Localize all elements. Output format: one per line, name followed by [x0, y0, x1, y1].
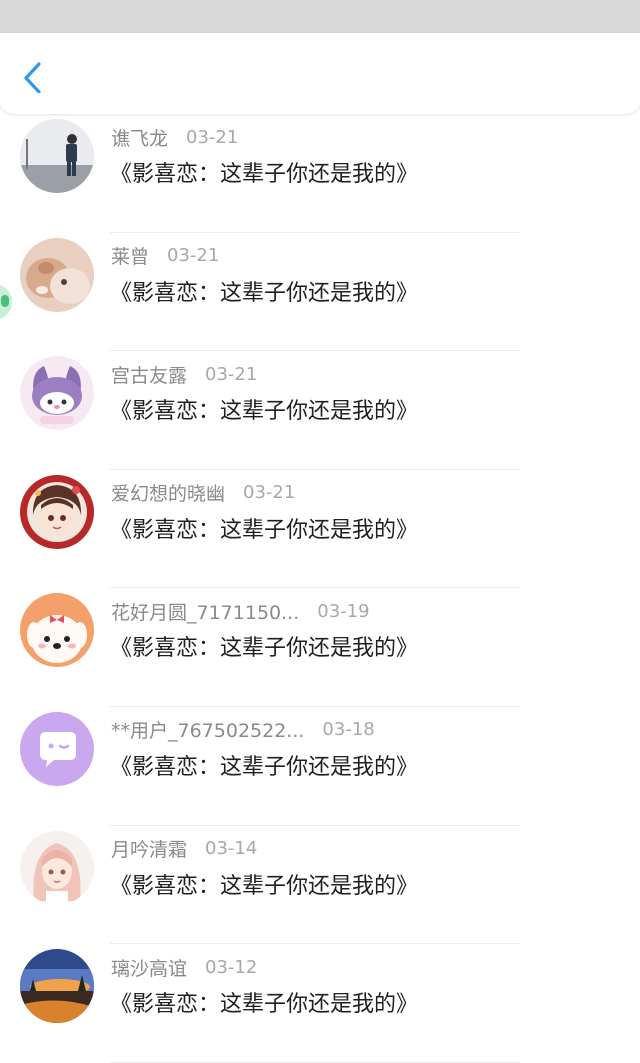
date: 03-19 [317, 600, 370, 622]
book-title[interactable]: 《影喜恋：这辈子你还是我的》 [110, 630, 418, 662]
date: 03-18 [322, 719, 375, 741]
book-title[interactable]: 《影喜恋：这辈子你还是我的》 [110, 512, 418, 544]
list-item[interactable]: **用户_767502522... 03-18 《影喜恋：这辈子你还是我的》 [0, 707, 640, 826]
username[interactable]: 爱幻想的晓幽 [111, 479, 225, 506]
item-meta: 谯飞龙 03-21 [111, 124, 238, 150]
avatar[interactable] [20, 949, 94, 1024]
status-bar [0, 0, 640, 33]
list-item[interactable]: 花好月圆_7171150... 03-19 《影喜恋：这辈子你还是我的》 [0, 588, 640, 707]
book-title[interactable]: 《影喜恋：这辈子你还是我的》 [110, 393, 418, 425]
comment-list: 谯飞龙 03-21 《影喜恋：这辈子你还是我的》 莱曾 03-21 《影喜恋：这… [0, 114, 640, 1063]
username[interactable]: 璃沙高谊 [111, 954, 187, 981]
date: 03-21 [243, 482, 296, 504]
kuromi-avatar-icon [20, 356, 94, 431]
list-item[interactable]: 谯飞龙 03-21 《影喜恋：这辈子你还是我的》 [0, 114, 640, 233]
username[interactable]: 宫古友露 [111, 361, 187, 388]
anime-girl-red-avatar-icon [20, 474, 94, 549]
list-item[interactable]: 月吟清霜 03-14 《影喜恋：这辈子你还是我的》 [0, 826, 640, 945]
book-title[interactable]: 《影喜恋：这辈子你还是我的》 [110, 275, 418, 307]
chat-icon [1, 295, 9, 307]
book-title[interactable]: 《影喜恋：这辈子你还是我的》 [110, 868, 418, 900]
book-title[interactable]: 《影喜恋：这辈子你还是我的》 [110, 156, 418, 188]
book-title[interactable]: 《影喜恋：这辈子你还是我的》 [110, 986, 418, 1018]
chevron-left-icon [24, 62, 41, 94]
photo-person-avatar-icon [20, 119, 94, 193]
avatar[interactable] [20, 830, 94, 905]
avatar[interactable] [20, 356, 94, 431]
date: 03-21 [205, 363, 258, 385]
date: 03-21 [167, 245, 220, 267]
username[interactable]: 谯飞龙 [111, 124, 168, 151]
book-title[interactable]: 《影喜恋：这辈子你还是我的》 [110, 749, 418, 781]
avatar[interactable] [20, 711, 94, 786]
list-item[interactable]: 莱曾 03-21 《影喜恋：这辈子你还是我的》 [0, 233, 640, 352]
username[interactable]: 莱曾 [111, 242, 149, 269]
item-meta: 宫古友露 03-21 [111, 361, 257, 387]
cartoon-dog-avatar-icon [20, 593, 94, 668]
sunset-landscape-avatar-icon [20, 949, 94, 1024]
item-meta: 璃沙高谊 03-12 [111, 954, 257, 980]
photo-puppy-avatar-icon [20, 237, 94, 312]
username[interactable]: 花好月圆_7171150... [111, 598, 299, 625]
back-button[interactable] [16, 59, 50, 94]
top-nav-bar [0, 33, 640, 114]
username[interactable]: 月吟清霜 [111, 835, 187, 862]
avatar[interactable] [20, 474, 94, 549]
date: 03-12 [205, 956, 258, 978]
default-chat-bubble-avatar-icon [20, 711, 94, 786]
list-item[interactable]: 璃沙高谊 03-12 《影喜恋：这辈子你还是我的》 [0, 944, 640, 1063]
list-item[interactable]: 爱幻想的晓幽 03-21 《影喜恋：这辈子你还是我的》 [0, 470, 640, 589]
avatar[interactable] [20, 237, 94, 312]
date: 03-14 [205, 838, 258, 860]
item-meta: 爱幻想的晓幽 03-21 [111, 480, 295, 506]
avatar[interactable] [20, 593, 94, 668]
item-meta: **用户_767502522... 03-18 [111, 717, 375, 743]
item-meta: 花好月圆_7171150... 03-19 [111, 598, 370, 624]
item-meta: 月吟清霜 03-14 [111, 836, 257, 862]
item-meta: 莱曾 03-21 [111, 243, 219, 269]
avatar[interactable] [20, 119, 94, 193]
username[interactable]: **用户_767502522... [111, 716, 304, 743]
list-item[interactable]: 宫古友露 03-21 《影喜恋：这辈子你还是我的》 [0, 351, 640, 470]
anime-girl-pink-avatar-icon [20, 830, 94, 905]
date: 03-21 [186, 126, 239, 148]
